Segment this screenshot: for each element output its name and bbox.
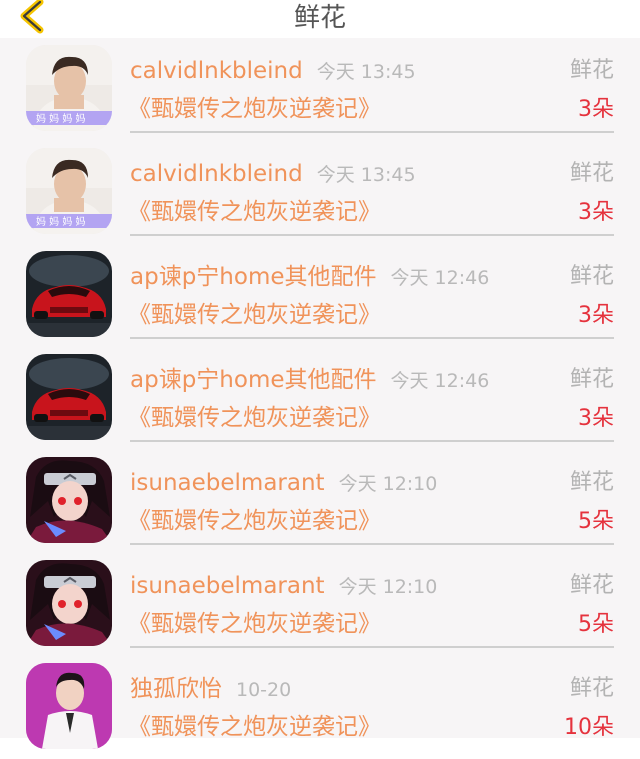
divider <box>130 646 614 648</box>
boy-photo-avatar: 妈 妈 妈 妈 <box>26 45 112 131</box>
red-car-avatar <box>26 251 112 337</box>
username: ap谏p宁home其他配件 今天 12:46 <box>130 367 490 393</box>
gift-type: 鲜花 <box>569 573 614 598</box>
anime-ninja-avatar <box>26 457 112 543</box>
page-title: 鲜花 <box>293 3 346 33</box>
man-stage-avatar <box>26 663 112 749</box>
red-car-avatar <box>26 354 112 440</box>
flower-count: 3朵 <box>578 200 614 225</box>
svg-text:妈 妈 妈 妈: 妈 妈 妈 妈 <box>36 112 86 125</box>
username: 独孤欣怡 10-20 <box>130 676 292 702</box>
gift-type: 鲜花 <box>569 161 614 186</box>
timestamp: 今天 12:10 <box>338 473 438 495</box>
flower-count: 3朵 <box>578 97 614 122</box>
divider <box>130 234 614 236</box>
book-title: 《甄嬛传之炮灰逆袭记》 <box>128 302 381 328</box>
flower-gift-list: 妈 妈 妈 妈 calvidlnkbleind 今天 13:45 鲜花 《甄嬛传之… <box>0 38 640 749</box>
gift-type: 鲜花 <box>569 367 614 392</box>
username: isunaebelmarant 今天 12:10 <box>130 573 438 599</box>
timestamp: 10-20 <box>236 679 292 701</box>
timestamp: 今天 13:45 <box>316 164 416 186</box>
username: ap谏p宁home其他配件 今天 12:46 <box>130 264 490 290</box>
avatar <box>26 560 112 646</box>
username: calvidlnkbleind 今天 13:45 <box>130 161 416 187</box>
flower-count: 5朵 <box>578 612 614 637</box>
avatar: 妈 妈 妈 妈 <box>26 148 112 234</box>
avatar <box>26 354 112 440</box>
book-title: 《甄嬛传之炮灰逆袭记》 <box>128 611 381 637</box>
gift-type: 鲜花 <box>569 58 614 83</box>
book-title: 《甄嬛传之炮灰逆袭记》 <box>128 508 381 534</box>
list-item[interactable]: 独孤欣怡 10-20 鲜花 《甄嬛传之炮灰逆袭记》 10朵 <box>0 656 640 759</box>
flower-count: 3朵 <box>578 406 614 431</box>
timestamp: 今天 12:10 <box>338 576 438 598</box>
username: isunaebelmarant 今天 12:10 <box>130 470 438 496</box>
timestamp: 今天 13:45 <box>316 61 416 83</box>
list-item[interactable]: ap谏p宁home其他配件 今天 12:46 鲜花 《甄嬛传之炮灰逆袭记》 3朵 <box>0 347 640 450</box>
gift-type: 鲜花 <box>569 264 614 289</box>
book-title: 《甄嬛传之炮灰逆袭记》 <box>128 199 381 225</box>
avatar: 妈 妈 妈 妈 <box>26 45 112 131</box>
username: calvidlnkbleind 今天 13:45 <box>130 58 416 84</box>
flower-count: 5朵 <box>578 509 614 534</box>
book-title: 《甄嬛传之炮灰逆袭记》 <box>128 405 381 431</box>
book-title: 《甄嬛传之炮灰逆袭记》 <box>128 96 381 122</box>
divider <box>130 337 614 339</box>
list-item[interactable]: ap谏p宁home其他配件 今天 12:46 鲜花 《甄嬛传之炮灰逆袭记》 3朵 <box>0 244 640 347</box>
gift-type: 鲜花 <box>569 676 614 701</box>
divider <box>130 543 614 545</box>
svg-text:妈 妈 妈 妈: 妈 妈 妈 妈 <box>36 215 86 228</box>
list-item[interactable]: 妈 妈 妈 妈 calvidlnkbleind 今天 13:45 鲜花 《甄嬛传之… <box>0 38 640 141</box>
avatar <box>26 251 112 337</box>
boy-photo-avatar: 妈 妈 妈 妈 <box>26 148 112 234</box>
avatar <box>26 457 112 543</box>
list-item[interactable]: isunaebelmarant 今天 12:10 鲜花 《甄嬛传之炮灰逆袭记》 5… <box>0 553 640 656</box>
divider <box>130 131 614 133</box>
avatar <box>26 663 112 749</box>
divider <box>130 440 614 442</box>
list-item[interactable]: 妈 妈 妈 妈 calvidlnkbleind 今天 13:45 鲜花 《甄嬛传之… <box>0 141 640 244</box>
timestamp: 今天 12:46 <box>390 370 490 392</box>
flower-count: 3朵 <box>578 303 614 328</box>
top-bar: 鲜花 <box>0 0 640 38</box>
list-item[interactable]: isunaebelmarant 今天 12:10 鲜花 《甄嬛传之炮灰逆袭记》 5… <box>0 450 640 553</box>
gift-type: 鲜花 <box>569 470 614 495</box>
flower-count: 10朵 <box>564 715 614 740</box>
anime-ninja-avatar <box>26 560 112 646</box>
timestamp: 今天 12:46 <box>390 267 490 289</box>
